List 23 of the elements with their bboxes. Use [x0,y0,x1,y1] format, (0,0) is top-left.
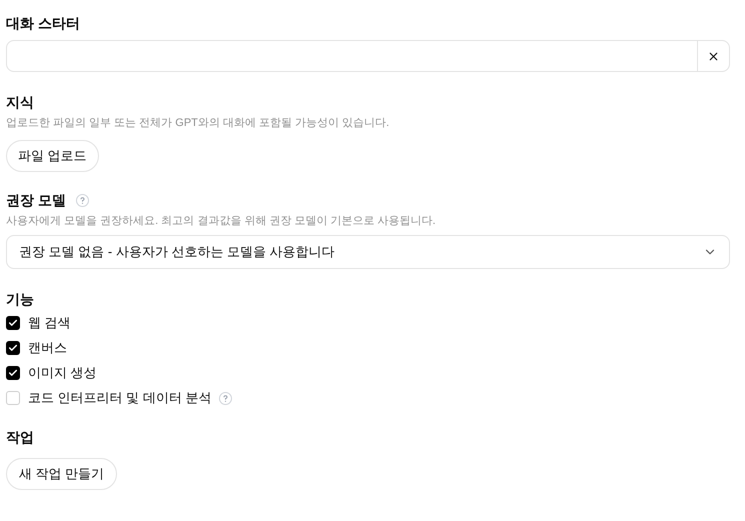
create-action-button[interactable]: 새 작업 만들기 [6,458,118,490]
checkbox[interactable] [6,341,20,355]
checkbox-label: 이미지 생성 [28,364,97,382]
section-heading: 기능 [6,290,35,309]
input-field[interactable] [6,40,730,72]
check-icon [8,368,18,378]
checkbox[interactable] [6,316,20,330]
close-icon [707,50,720,62]
checkbox-label: 웹 검색 [28,314,71,332]
description-text: 업로드한 파일의 일부 또는 전체가 GPT와의 대화에 포함될 가능성이 있습니다. [6,116,390,131]
checkbox-label: 코드 인터프리터 및 데이터 분석 [28,389,212,408]
section-heading: 작업 [6,428,35,447]
checkbox[interactable] [6,391,20,405]
section-heading: 권장 모델 [6,190,66,210]
description-text: 사용자에게 모델을 권장하세요. 최고의 결과값을 위해 권장 모델이 기본으로 사용됩니다. [6,214,437,228]
model-select[interactable]: 권장 모델 없음 - 사용자가 선호하는 모델을 사용합니다 [6,235,730,269]
upload-button[interactable]: 파일 업로드 [6,140,99,172]
section-heading: 대화 스타터 [6,14,81,33]
check-icon [8,343,18,353]
check-icon [8,318,18,328]
checkbox[interactable] [6,366,20,380]
section-heading: 지식 [6,93,35,112]
checkbox-label: 캔버스 [28,339,67,358]
